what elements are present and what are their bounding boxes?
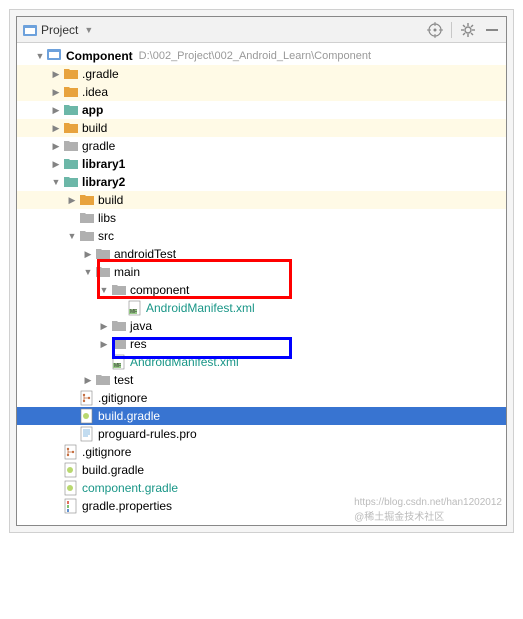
tree-item-library2[interactable]: ▼library2 [17,173,506,191]
tree-item-res[interactable]: ▶res [17,335,506,353]
chevron-right-icon[interactable]: ▶ [49,69,63,80]
text-file-icon [79,426,95,442]
tree-item-lib2-src[interactable]: ▼src [17,227,506,245]
root-path: D:\002_Project\002_Android_Learn\Compone… [139,50,371,62]
module-folder-icon [63,174,79,190]
tree-item-gradle-dir[interactable]: ▶.gradle [17,65,506,83]
tree-item-manifest-1[interactable]: ▶AndroidManifest.xml [17,299,506,317]
folder-icon [63,84,79,100]
manifest-file-icon [111,354,127,370]
watermark: https://blog.csdn.net/han1202012 @稀土掘金技术… [354,497,502,523]
folder-icon [79,192,95,208]
folder-icon [111,318,127,334]
tree-item-lib2-libs[interactable]: ▶libs [17,209,506,227]
collapse-button[interactable] [484,22,500,38]
tree-root[interactable]: ▼ Component D:\002_Project\002_Android_L… [17,47,506,65]
tree-item-manifest-2[interactable]: ▶AndroidManifest.xml [17,353,506,371]
folder-icon [63,66,79,82]
target-icon [427,22,443,38]
scroll-from-source-button[interactable] [427,22,443,38]
tree-item-component-folder[interactable]: ▼component [17,281,506,299]
dropdown-arrow-icon: ▼ [84,25,93,35]
folder-icon [63,138,79,154]
tree-item-gitignore[interactable]: ▶.gitignore [17,389,506,407]
chevron-right-icon[interactable]: ▶ [49,141,63,152]
collapse-icon [484,22,500,38]
folder-icon [79,210,95,226]
tree-item-test[interactable]: ▶test [17,371,506,389]
module-folder-icon [63,156,79,172]
gradle-file-icon [79,408,95,424]
toolbar-divider [451,22,452,38]
tree-item-idea-dir[interactable]: ▶.idea [17,83,506,101]
chevron-right-icon[interactable]: ▶ [97,339,111,350]
tree-item-app[interactable]: ▶app [17,101,506,119]
tree-item-main[interactable]: ▼main [17,263,506,281]
tree-item-proguard[interactable]: ▶proguard-rules.pro [17,425,506,443]
chevron-right-icon[interactable]: ▶ [81,249,95,260]
tree-item-androidtest[interactable]: ▶androidTest [17,245,506,263]
gradle-file-icon [63,480,79,496]
chevron-right-icon[interactable]: ▶ [49,159,63,170]
module-icon [47,48,63,64]
chevron-down-icon[interactable]: ▼ [97,285,111,295]
folder-icon [111,336,127,352]
settings-button[interactable] [460,22,476,38]
tree-item-library1[interactable]: ▶library1 [17,155,506,173]
chevron-down-icon[interactable]: ▼ [49,177,63,187]
project-icon [23,24,37,36]
project-view-label: Project [41,23,78,37]
module-folder-icon [63,102,79,118]
tree-item-java[interactable]: ▶java [17,317,506,335]
folder-icon [95,372,111,388]
chevron-right-icon[interactable]: ▶ [49,105,63,116]
tree-item-build-gradle-selected[interactable]: ▶build.gradle [17,407,506,425]
folder-icon [95,246,111,262]
folder-icon [95,264,111,280]
tree-item-component-gradle[interactable]: ▶component.gradle [17,479,506,497]
chevron-right-icon[interactable]: ▶ [97,321,111,332]
folder-icon [79,228,95,244]
chevron-right-icon[interactable]: ▶ [49,123,63,134]
tree-item-build[interactable]: ▶build [17,119,506,137]
git-file-icon [79,390,95,406]
project-toolbar: Project ▼ [17,17,506,43]
tree-item-lib2-build[interactable]: ▶build [17,191,506,209]
chevron-down-icon[interactable]: ▼ [65,231,79,241]
tree-item-root-build-gradle[interactable]: ▶build.gradle [17,461,506,479]
properties-file-icon [63,498,79,514]
chevron-down-icon[interactable]: ▼ [33,51,47,61]
chevron-down-icon[interactable]: ▼ [81,267,95,277]
tree-item-root-gitignore[interactable]: ▶.gitignore [17,443,506,461]
gradle-file-icon [63,462,79,478]
git-file-icon [63,444,79,460]
project-tree[interactable]: ▼ Component D:\002_Project\002_Android_L… [17,43,506,525]
tree-item-gradle[interactable]: ▶gradle [17,137,506,155]
chevron-right-icon[interactable]: ▶ [49,87,63,98]
chevron-right-icon[interactable]: ▶ [81,375,95,386]
project-view-selector[interactable]: Project ▼ [23,23,93,37]
root-name: Component [66,49,133,63]
folder-icon [63,120,79,136]
manifest-file-icon [127,300,143,316]
folder-icon [111,282,127,298]
gear-icon [460,22,476,38]
chevron-right-icon[interactable]: ▶ [65,195,79,206]
